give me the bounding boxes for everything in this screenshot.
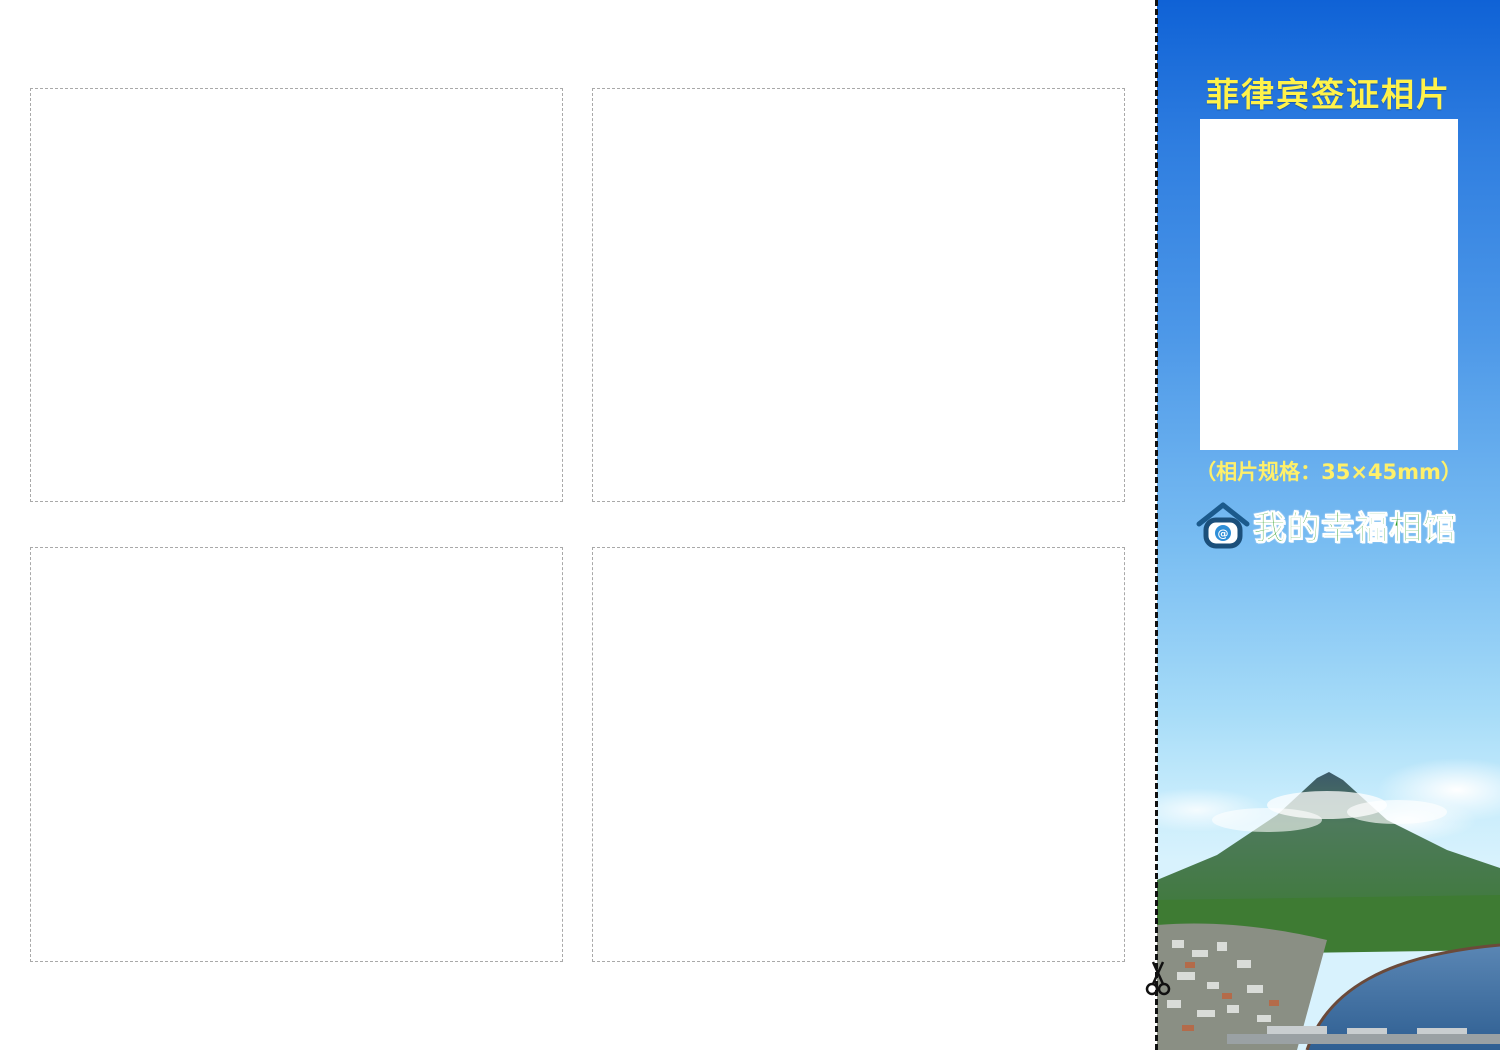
scissors-icon <box>1145 961 1171 996</box>
photo-slot-top-left <box>30 88 563 502</box>
cut-line <box>1155 0 1158 1050</box>
panel-title: 菲律宾签证相片 <box>1206 75 1451 114</box>
photo-box <box>1200 119 1458 450</box>
house-at-icon: @ <box>1196 502 1250 549</box>
brand-name: 我的幸福相馆 <box>1253 508 1457 548</box>
svg-text:@: @ <box>1218 527 1229 540</box>
volcano-landscape-image <box>1157 758 1500 1050</box>
photo-slot-bottom-left <box>30 547 563 962</box>
photo-slot-bottom-right <box>592 547 1125 962</box>
photo-spec-label: （相片规格：35×45mm） <box>1195 460 1462 484</box>
photo-slot-top-right <box>592 88 1125 502</box>
visa-photo-panel: 菲律宾签证相片 （相片规格：35×45mm） @ 我的幸福相馆 <box>1157 0 1500 1050</box>
brand-logo: @ 我的幸福相馆 <box>1195 500 1457 550</box>
